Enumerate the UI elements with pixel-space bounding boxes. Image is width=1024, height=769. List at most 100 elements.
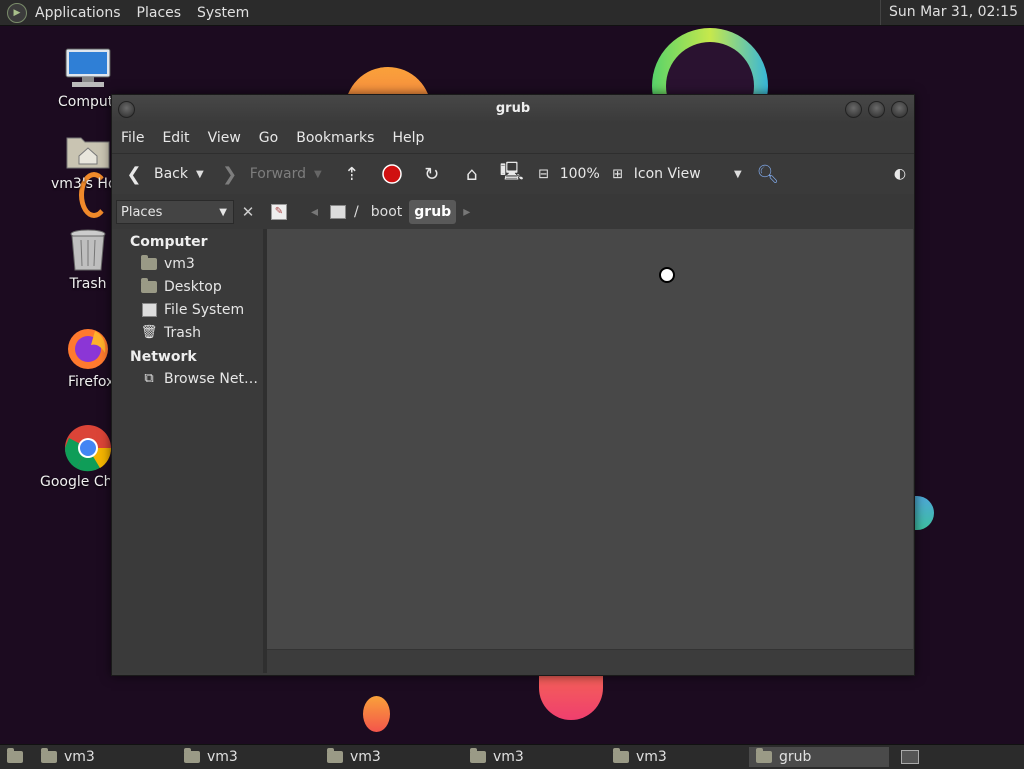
distro-logo-icon[interactable]: ▶	[7, 2, 27, 23]
folder-icon	[183, 748, 201, 766]
path-root-button[interactable]: /	[325, 200, 364, 224]
menu-view[interactable]: View	[199, 130, 250, 146]
toolbar: ❮ Back ▼ ❯ Forward ▼ ⇡ ↻ ⌂ 🖳 ⊟ 100% ⊞ Ic…	[112, 153, 914, 194]
menu-file[interactable]: File	[112, 130, 153, 146]
stop-button[interactable]	[380, 162, 404, 186]
places-menu[interactable]: Places	[129, 5, 190, 21]
home-button[interactable]: ⌂	[460, 162, 484, 186]
up-arrow-icon: ⇡	[344, 163, 360, 185]
spinner-icon: ◐	[893, 166, 907, 182]
file-view-area[interactable]	[267, 229, 913, 649]
search-button[interactable]: 🔍︎	[756, 162, 780, 186]
menubar: File Edit View Go Bookmarks Help	[112, 123, 914, 153]
sidebar-item-trash[interactable]: 🗑︎ Trash	[112, 321, 263, 344]
computer-button[interactable]: 🖳	[499, 161, 524, 186]
top-panel: ▶ Applications Places System Sun Mar 31,…	[0, 0, 1024, 26]
folder-icon	[755, 748, 773, 766]
busy-cursor-icon	[659, 267, 675, 283]
computer-icon	[64, 46, 112, 90]
bottom-panel: vm3 vm3 vm3 vm3 vm3 grub	[0, 744, 1024, 769]
menu-go[interactable]: Go	[250, 130, 287, 146]
window-menu-button[interactable]	[118, 101, 135, 118]
window-titlebar[interactable]: grub	[112, 95, 914, 123]
menu-bookmarks[interactable]: Bookmarks	[287, 130, 383, 146]
zoom-in-button[interactable]: ⊞	[606, 162, 630, 186]
taskbar-item-vm3[interactable]: vm3	[463, 747, 603, 767]
toggle-location-entry-button[interactable]: ✎	[266, 200, 292, 224]
path-scroll-right-icon[interactable]: ▸	[458, 200, 475, 224]
home-icon: ⌂	[466, 163, 478, 185]
show-desktop-icon	[6, 748, 24, 766]
home-icon	[140, 254, 158, 273]
chevron-down-icon: ▼	[219, 206, 227, 218]
menu-help[interactable]: Help	[383, 130, 433, 146]
minimize-button[interactable]	[845, 101, 862, 118]
file-manager-window: grub File Edit View Go Bookmarks Help ❮ …	[111, 94, 915, 676]
zoom-level: 100%	[559, 166, 600, 182]
path-boot-button[interactable]: boot	[366, 200, 408, 224]
drive-icon	[140, 301, 158, 319]
forward-button[interactable]: ❯ Forward ▼	[218, 162, 322, 186]
workspace-icon	[901, 748, 919, 766]
edit-icon: ✎	[271, 204, 287, 220]
up-button[interactable]: ⇡	[340, 162, 364, 186]
forward-history-dropdown-icon[interactable]: ▼	[314, 169, 322, 180]
zoom-out-button[interactable]: ⊟	[532, 162, 556, 186]
taskbar-item-vm3[interactable]: vm3	[606, 747, 746, 767]
path-grub-button[interactable]: grub	[409, 200, 457, 224]
taskbar-item-vm3[interactable]: vm3	[320, 747, 460, 767]
trash-icon	[64, 228, 112, 272]
sidebar-selector[interactable]: Places ▼	[116, 200, 234, 224]
zoom-out-icon: ⊟	[538, 166, 550, 182]
desktop-icon	[140, 277, 158, 296]
sidebar-item-vm3[interactable]: vm3	[112, 252, 263, 275]
back-history-dropdown-icon[interactable]: ▼	[196, 169, 204, 180]
folder-icon	[469, 748, 487, 766]
wallpaper-shape	[912, 496, 934, 530]
close-button[interactable]	[891, 101, 908, 118]
status-bar	[267, 649, 913, 674]
home-folder-icon	[64, 128, 112, 172]
computer-icon: 🖳	[499, 161, 524, 182]
folder-icon	[612, 748, 630, 766]
trash-icon: 🗑︎	[140, 325, 158, 340]
folder-icon	[326, 748, 344, 766]
back-arrow-icon: ❮	[126, 163, 142, 185]
search-icon: 🔍︎	[756, 163, 780, 185]
forward-arrow-icon: ❯	[222, 163, 238, 185]
taskbar-item-vm3[interactable]: vm3	[34, 747, 174, 767]
zoom-in-icon: ⊞	[612, 166, 624, 182]
taskbar-item-vm3[interactable]: vm3	[177, 747, 317, 767]
wallpaper-shape	[363, 696, 390, 732]
clock[interactable]: Sun Mar 31, 02:15	[879, 0, 1018, 25]
show-desktop-button[interactable]	[0, 747, 30, 767]
workspace-switcher[interactable]	[895, 747, 923, 767]
throbber: ◐	[888, 162, 912, 186]
close-sidebar-icon[interactable]: ✕	[238, 201, 258, 223]
system-menu[interactable]: System	[189, 5, 257, 21]
sidebar-heading-network: Network	[130, 349, 197, 365]
sidebar-item-file-system[interactable]: File System	[112, 298, 263, 321]
drive-icon	[330, 205, 347, 219]
applications-menu[interactable]: Applications	[27, 5, 129, 21]
sidebar-item-desktop[interactable]: Desktop	[112, 275, 263, 298]
sidebar-item-browse-network[interactable]: ⧉ Browse Net…	[112, 367, 263, 390]
chrome-icon	[64, 425, 112, 472]
window-title: grub	[495, 101, 531, 116]
back-button[interactable]: ❮ Back ▼	[122, 162, 204, 186]
location-bar: Places ▼ ✕ ✎ ◂ / boot grub ▸	[112, 194, 914, 230]
path-scroll-left-icon[interactable]: ◂	[306, 200, 323, 224]
menu-edit[interactable]: Edit	[153, 130, 198, 146]
view-mode-select[interactable]: Icon View ▼	[634, 166, 742, 182]
firefox-icon	[64, 326, 112, 370]
taskbar-item-grub[interactable]: grub	[749, 747, 889, 767]
maximize-button[interactable]	[868, 101, 885, 118]
folder-icon	[40, 748, 58, 766]
sidebar-heading-computer: Computer	[130, 234, 208, 250]
network-icon: ⧉	[144, 371, 154, 386]
chevron-down-icon: ▼	[734, 168, 742, 180]
stop-icon	[380, 162, 404, 186]
reload-icon: ↻	[424, 163, 440, 185]
places-sidebar: Computer vm3 Desktop File System 🗑︎ Tras…	[112, 229, 267, 673]
reload-button[interactable]: ↻	[420, 162, 444, 186]
